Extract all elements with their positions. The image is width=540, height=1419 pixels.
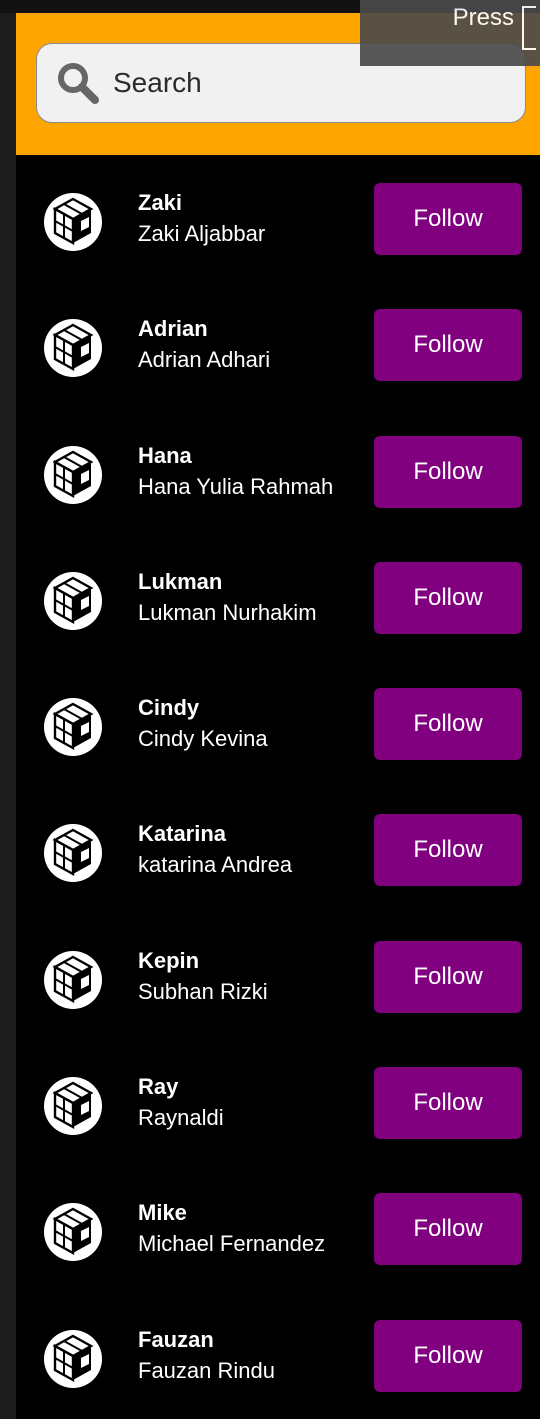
follow-button[interactable]: Follow (374, 309, 522, 382)
user-full-name: Adrian Adhari (138, 347, 271, 373)
search-input[interactable]: Search (113, 67, 202, 99)
list-item: Fauzan Fauzan Rindu Follow (16, 1292, 540, 1418)
follow-button[interactable]: Follow (374, 1067, 522, 1140)
user-name: Kepin (138, 947, 200, 973)
user-full-name: Raynaldi (138, 1105, 224, 1131)
follow-button[interactable]: Follow (374, 435, 522, 508)
follow-button[interactable]: Follow (374, 561, 522, 634)
avatar-cube-icon (44, 950, 102, 1009)
list-item: Cindy Cindy Kevina Follow (16, 660, 540, 786)
user-name: Fauzan (138, 1326, 214, 1352)
list-item: Mike Michael Fernandez Follow (16, 1165, 540, 1291)
follow-button[interactable]: Follow (374, 1319, 522, 1392)
avatar-cube-icon (44, 193, 102, 251)
user-full-name: Michael Fernandez (138, 1231, 326, 1257)
list-item: Lukman Lukman Nurhakim Follow (16, 534, 540, 660)
follow-button[interactable]: Follow (374, 1193, 522, 1266)
tooltip-text: Press (452, 4, 514, 31)
user-name: Hana (138, 442, 192, 468)
avatar-cube-icon (44, 824, 102, 883)
avatar-cube-icon (44, 571, 102, 630)
user-name: Mike (138, 1200, 187, 1226)
search-icon (58, 63, 99, 104)
user-list: Zaki Zaki Aljabbar Follow Adrian Adrian … (16, 155, 540, 1418)
user-full-name: katarina Andrea (138, 852, 293, 878)
list-item: Ray Raynaldi Follow (16, 1039, 540, 1165)
user-full-name: Fauzan Rindu (138, 1357, 275, 1383)
user-full-name: Zaki Aljabbar (138, 221, 266, 246)
follow-button[interactable]: Follow (374, 814, 522, 887)
follow-button[interactable]: Follow (374, 688, 522, 761)
user-full-name: Lukman Nurhakim (138, 599, 317, 625)
user-name: Lukman (138, 568, 223, 594)
user-name: Katarina (138, 821, 227, 847)
avatar-cube-icon (44, 1077, 102, 1136)
user-full-name: Cindy Kevina (138, 726, 268, 752)
user-name: Adrian (138, 316, 208, 342)
avatar-cube-icon (44, 1203, 102, 1262)
avatar-cube-icon (44, 319, 102, 378)
user-name: Zaki (138, 190, 183, 215)
list-item: Zaki Zaki Aljabbar Follow (16, 155, 540, 281)
user-name: Cindy (138, 695, 200, 721)
follow-button[interactable]: Follow (374, 183, 522, 255)
list-item: Kepin Subhan Rizki Follow (16, 913, 540, 1039)
user-full-name: Hana Yulia Rahmah (138, 473, 334, 499)
list-item: Hana Hana Yulia Rahmah Follow (16, 408, 540, 534)
window-left-edge (0, 0, 16, 1419)
avatar-cube-icon (44, 1329, 102, 1388)
list-item: Katarina katarina Andrea Follow (16, 786, 540, 912)
user-full-name: Subhan Rizki (138, 978, 268, 1004)
list-item: Adrian Adrian Adhari Follow (16, 281, 540, 407)
key-cap-icon (522, 6, 536, 50)
user-name: Ray (138, 1074, 179, 1100)
follow-button[interactable]: Follow (374, 940, 522, 1013)
keyboard-hint-tooltip: Press (360, 0, 540, 66)
avatar-cube-icon (44, 698, 102, 757)
avatar-cube-icon (44, 445, 102, 504)
app-frame: Search Zaki Zaki Aljabbar Follow Adrian … (16, 0, 540, 1419)
